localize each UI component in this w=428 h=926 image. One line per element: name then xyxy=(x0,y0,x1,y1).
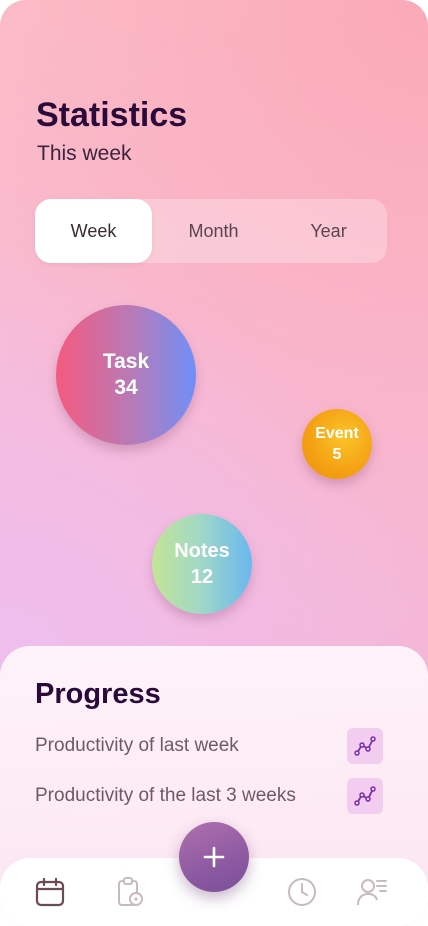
progress-item-last-week[interactable]: Productivity of last week xyxy=(35,728,383,764)
add-button[interactable] xyxy=(179,822,249,892)
notes-bubble-label: Notes xyxy=(174,540,230,562)
notes-bubble-count: 12 xyxy=(190,566,214,588)
page-subtitle: This week xyxy=(37,142,132,165)
event-bubble-label: Event xyxy=(315,425,359,442)
event-bubble-count: 5 xyxy=(332,446,342,463)
progress-item-label: Productivity of last week xyxy=(35,735,239,756)
calendar-icon[interactable] xyxy=(34,876,66,908)
notes-bubble[interactable]: Notes 12 xyxy=(152,514,252,614)
progress-title: Progress xyxy=(35,678,161,710)
statistics-screen: Statistics This week Week Month Year Tas… xyxy=(0,0,428,926)
chart-line-icon[interactable] xyxy=(347,778,383,814)
progress-item-label: Productivity of the last 3 weeks xyxy=(35,785,296,806)
chart-line-icon[interactable] xyxy=(347,728,383,764)
tab-month[interactable]: Month xyxy=(155,199,272,263)
plus-icon xyxy=(203,846,225,868)
clipboard-clock-icon[interactable] xyxy=(114,876,146,908)
page-title: Statistics xyxy=(36,96,188,134)
clock-icon[interactable] xyxy=(286,876,318,908)
task-bubble-label: Task xyxy=(102,350,150,373)
profile-list-icon[interactable] xyxy=(356,876,388,908)
tab-week[interactable]: Week xyxy=(35,199,152,263)
period-segmented-control: Week Month Year xyxy=(35,199,387,263)
progress-item-last-3-weeks[interactable]: Productivity of the last 3 weeks xyxy=(35,778,383,814)
event-bubble[interactable]: Event 5 xyxy=(302,409,372,479)
task-bubble[interactable]: Task 34 xyxy=(56,305,196,445)
tab-year[interactable]: Year xyxy=(270,199,387,263)
task-bubble-count: 34 xyxy=(114,376,138,399)
